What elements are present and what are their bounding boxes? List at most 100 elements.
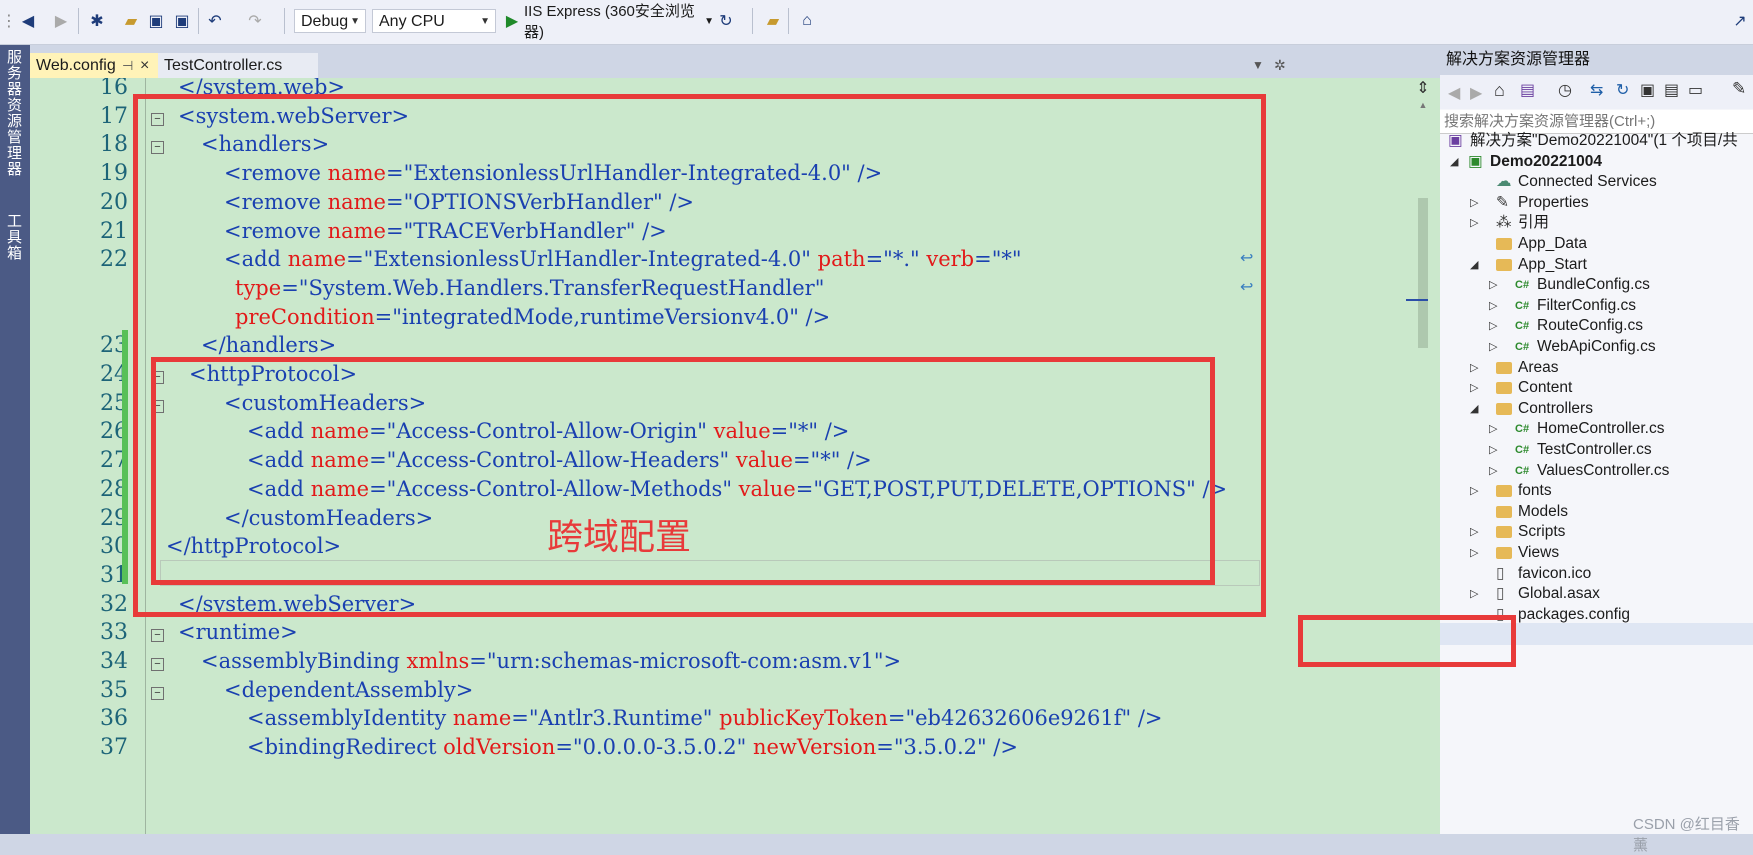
folder-icon[interactable]: ▰ xyxy=(762,10,784,32)
refresh-icon[interactable]: ↻ xyxy=(1616,80,1629,100)
undo-icon[interactable]: ↶ xyxy=(204,10,226,32)
collapsed-arrow-icon[interactable]: ▷ xyxy=(1489,439,1497,461)
back-icon[interactable]: ◀ xyxy=(16,10,40,32)
tree-item-areas[interactable]: ▷ Areas xyxy=(1440,357,1753,379)
run-target-label: IIS Express (360安全浏览器) xyxy=(524,3,695,41)
collapsed-arrow-icon[interactable]: ▷ xyxy=(1489,460,1497,482)
refresh-icon[interactable]: ↻ xyxy=(716,10,736,32)
wrench-icon: ✎ xyxy=(1496,193,1509,211)
code-token: xmlns xyxy=(406,649,470,673)
run-target-button[interactable]: IIS Express (360安全浏览器) ▼ xyxy=(524,3,714,41)
collapsed-arrow-icon[interactable]: ▷ xyxy=(1470,583,1478,605)
tree-item-models[interactable]: Models xyxy=(1440,501,1753,523)
tree-item-label: App_Start xyxy=(1518,255,1587,273)
redo-icon[interactable]: ↷ xyxy=(244,10,266,32)
watermark: CSDN @红目香薰 xyxy=(1633,816,1740,854)
fold-toggle-icon[interactable]: − xyxy=(151,686,164,700)
collapsed-arrow-icon[interactable]: ▷ xyxy=(1470,377,1478,399)
tree-item-favicon-ico[interactable]: ▯ favicon.ico xyxy=(1440,563,1753,585)
tree-item--[interactable]: ▷ ⁂ 引用 xyxy=(1440,212,1753,234)
collapsed-arrow-icon[interactable]: ▷ xyxy=(1489,418,1497,440)
tree-item-content[interactable]: ▷ Content xyxy=(1440,377,1753,399)
tree-item-filterconfig-cs[interactable]: ▷ C# FilterConfig.cs xyxy=(1440,295,1753,317)
back-icon[interactable]: ◀ xyxy=(1448,83,1460,103)
collapsed-arrow-icon[interactable]: ▷ xyxy=(1489,315,1497,337)
line-number: 32 xyxy=(100,591,128,617)
tree-item-app-start[interactable]: ◢ App_Start xyxy=(1440,254,1753,276)
tree-item-views[interactable]: ▷ Views xyxy=(1440,542,1753,564)
expanded-arrow-icon[interactable]: ◢ xyxy=(1470,398,1478,420)
tree-item-routeconfig-cs[interactable]: ▷ C# RouteConfig.cs xyxy=(1440,315,1753,337)
tree-item-properties[interactable]: ▷ ✎ Properties xyxy=(1440,192,1753,214)
code-editor[interactable]: 16 17 18 19 20 21 22 23 24 25 26 27 28 29 30 31 32 33 34 35… xyxy=(30,78,1440,834)
forward-icon[interactable]: ▶ xyxy=(1470,83,1482,103)
tree-item-connected-services[interactable]: ☁ Connected Services xyxy=(1440,171,1753,193)
line-number: 36 xyxy=(100,706,128,732)
configuration-select[interactable]: Debug ▼ xyxy=(294,9,366,33)
fold-toggle-icon[interactable]: − xyxy=(151,658,164,671)
tree-item-webapiconfig-cs[interactable]: ▷ C# WebApiConfig.cs xyxy=(1440,336,1753,358)
pending-changes-icon[interactable]: ◷ xyxy=(1558,80,1572,100)
properties-wrench-icon[interactable]: ✎ xyxy=(1732,79,1746,99)
tab-test-controller[interactable]: TestController.cs xyxy=(158,53,318,78)
tree-item-controllers[interactable]: ◢ Controllers xyxy=(1440,398,1753,420)
platform-select[interactable]: Any CPU ▼ xyxy=(372,9,496,33)
tree-item-global-asax[interactable]: ▷ ▯ Global.asax xyxy=(1440,583,1753,605)
configuration-value: Debug xyxy=(301,13,349,30)
tree-item-bundleconfig-cs[interactable]: ▷ C# BundleConfig.cs xyxy=(1440,274,1753,296)
tree-item-scripts[interactable]: ▷ Scripts xyxy=(1440,521,1753,543)
line-number: 29 xyxy=(100,505,128,531)
forward-icon[interactable]: ▶ xyxy=(50,10,72,32)
annotation-box-httpprotocol xyxy=(151,357,1215,585)
tree-item-solution[interactable]: ▣ 解决方案"Demo20221004"(1 个项目/共 xyxy=(1440,130,1753,152)
start-debugging-icon[interactable]: ▶ xyxy=(504,10,520,32)
scroll-up-icon[interactable]: ▲ xyxy=(1406,100,1440,112)
tree-item-homecontroller-cs[interactable]: ▷ C# HomeController.cs xyxy=(1440,418,1753,440)
preview-icon[interactable]: ▭ xyxy=(1688,80,1703,100)
collapsed-arrow-icon[interactable]: ▷ xyxy=(1470,542,1478,564)
save-all-icon[interactable]: ▣ xyxy=(172,10,192,32)
tree-item-valuescontroller-cs[interactable]: ▷ C# ValuesController.cs xyxy=(1440,460,1753,482)
tree-item-project[interactable]: ◢ ▣ Demo20221004 xyxy=(1440,151,1753,173)
vertical-scrollbar[interactable]: ⇕ ▲ xyxy=(1406,78,1440,834)
expanded-arrow-icon[interactable]: ◢ xyxy=(1450,151,1458,173)
save-icon[interactable]: ▣ xyxy=(146,10,166,32)
gear-icon[interactable]: ✲ xyxy=(1268,53,1288,78)
collapsed-arrow-icon[interactable]: ▷ xyxy=(1489,336,1497,358)
tree-item-label: Demo20221004 xyxy=(1490,152,1603,170)
tab-label: TestController.cs xyxy=(164,57,283,74)
solution-icon: ▣ xyxy=(1448,132,1463,149)
expanded-arrow-icon[interactable]: ◢ xyxy=(1470,254,1478,276)
scrollbar-thumb[interactable] xyxy=(1418,198,1428,348)
collapsed-arrow-icon[interactable]: ▷ xyxy=(1489,295,1497,317)
collapsed-arrow-icon[interactable]: ▷ xyxy=(1470,192,1478,214)
collapse-all-icon[interactable]: ▣ xyxy=(1640,80,1655,100)
home-icon[interactable]: ⌂ xyxy=(1494,80,1505,101)
pin-icon[interactable]: ⊣ xyxy=(122,53,133,78)
switch-views-icon[interactable]: ▤ xyxy=(1520,80,1535,100)
fold-toggle-icon[interactable]: − xyxy=(151,629,164,643)
split-icon[interactable]: ⇕ xyxy=(1406,78,1440,97)
new-project-icon[interactable]: ✱ xyxy=(86,10,108,32)
tree-item-testcontroller-cs[interactable]: ▷ C# TestController.cs xyxy=(1440,439,1753,461)
collapsed-arrow-icon[interactable]: ▷ xyxy=(1489,274,1497,296)
tree-item-fonts[interactable]: ▷ fonts xyxy=(1440,480,1753,502)
collapsed-arrow-icon[interactable]: ▷ xyxy=(1470,521,1478,543)
code-token: name xyxy=(452,706,512,731)
sync-icon[interactable]: ⇆ xyxy=(1590,80,1603,100)
browser-link-icon[interactable]: ⌂ xyxy=(796,10,818,32)
tab-web-config[interactable]: Web.config ⊣ × xyxy=(30,53,158,78)
line-number: 24 xyxy=(100,362,128,387)
collapsed-arrow-icon[interactable]: ▷ xyxy=(1470,357,1478,379)
show-all-files-icon[interactable]: ▤ xyxy=(1664,80,1679,100)
feedback-icon[interactable]: ↗ xyxy=(1730,10,1750,32)
open-file-icon[interactable]: ▰ xyxy=(120,10,142,32)
collapsed-arrow-icon[interactable]: ▷ xyxy=(1470,480,1478,502)
server-explorer-tab[interactable]: 服务器资源管理器 xyxy=(3,49,24,177)
tree-item-app-data[interactable]: App_Data xyxy=(1440,233,1753,255)
collapsed-arrow-icon[interactable]: ▷ xyxy=(1470,212,1478,234)
tab-overflow-icon[interactable]: ▼ xyxy=(1246,53,1266,78)
close-icon[interactable]: × xyxy=(140,53,149,78)
toolbox-tab[interactable]: 工具箱 xyxy=(3,213,24,261)
csharp-icon: C# xyxy=(1515,279,1530,292)
